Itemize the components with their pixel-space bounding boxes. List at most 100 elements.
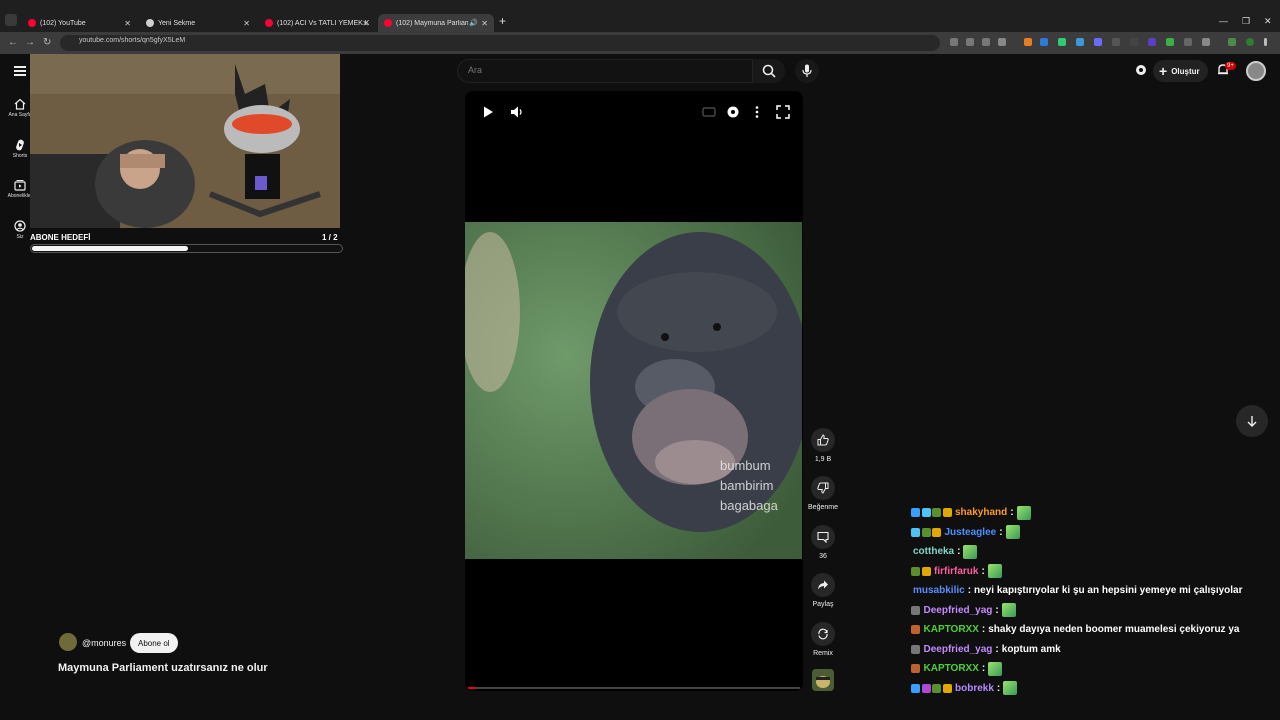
dislike-button[interactable]: Beğenme	[806, 476, 840, 511]
chat-badge-icon	[911, 644, 920, 654]
chat-badge-icon	[911, 625, 920, 635]
minimize-icon[interactable]: —	[1219, 16, 1228, 26]
next-short-button[interactable]	[1236, 405, 1268, 437]
forward-icon[interactable]: →	[25, 37, 35, 48]
chat-badge-icon	[911, 566, 920, 576]
extension-icon[interactable]	[1166, 38, 1174, 46]
chat-username: KAPTORXX	[923, 663, 979, 675]
tab-title: (102) YouTube	[40, 19, 86, 27]
chat-badge-icon	[911, 605, 920, 615]
extension-icon[interactable]	[1148, 38, 1156, 46]
extension-icon[interactable]	[1040, 38, 1048, 46]
reload-icon[interactable]: ↻	[43, 37, 51, 48]
remix-button[interactable]: Remix	[806, 622, 840, 657]
chat-message: KAPTORXX: shaky dayıya neden boomer muame…	[911, 620, 1271, 640]
chat-message: firfirfaruk:	[911, 562, 1271, 582]
close-icon[interactable]: ✕	[243, 19, 250, 28]
play-icon[interactable]	[481, 105, 495, 119]
remix-label: Remix	[813, 650, 833, 657]
more-options-icon[interactable]	[750, 105, 764, 119]
browser-tab-active[interactable]: (102) Maymuna Parliament 🔊 ✕	[378, 14, 494, 32]
webcam-overlay	[30, 54, 340, 228]
browser-tab[interactable]: (102) ACI Vs TATLI YEMEK KAPIŞ ✕	[259, 14, 375, 32]
extension-icon[interactable]	[1184, 38, 1192, 46]
extension-icon[interactable]	[1094, 38, 1102, 46]
close-icon[interactable]: ✕	[124, 19, 131, 28]
chat-separator: :	[967, 585, 972, 597]
video-progress-fill	[468, 687, 475, 689]
chat-username: Deepfried_yag	[923, 643, 993, 655]
account-avatar[interactable]	[1246, 61, 1266, 81]
share-button[interactable]: Paylaş	[806, 573, 840, 608]
tab-search-button[interactable]	[5, 14, 17, 26]
extension-icon[interactable]	[1024, 38, 1032, 46]
chat-username: Justeaglee	[944, 526, 997, 538]
close-window-icon[interactable]: ✕	[1264, 16, 1272, 27]
url-text[interactable]: youtube.com/shorts/qn5gfyX5LeM	[79, 37, 185, 44]
search-input[interactable]	[468, 65, 728, 75]
extension-icon[interactable]	[1076, 38, 1084, 46]
close-icon[interactable]: ✕	[362, 19, 369, 28]
zoom-icon[interactable]	[966, 38, 974, 46]
extensions-puzzle-icon[interactable]	[1202, 38, 1210, 46]
chat-message: KAPTORXX:	[911, 659, 1271, 679]
youtube-favicon-icon	[28, 19, 36, 27]
chat-username: bobrekk	[955, 682, 994, 694]
chat-username: Deepfried_yag	[923, 604, 993, 616]
volume-icon[interactable]	[510, 105, 524, 119]
subscriber-goal-fill	[32, 246, 188, 251]
extension-icon[interactable]	[1058, 38, 1066, 46]
channel-handle[interactable]: @monures	[82, 638, 126, 648]
create-label: Oluştur	[1171, 66, 1200, 76]
menu-icon[interactable]	[14, 66, 26, 78]
eye-off-icon[interactable]	[982, 38, 990, 46]
caption-line: bambirim	[720, 478, 774, 493]
chat-username: cottheka	[913, 546, 955, 558]
extension-icon[interactable]	[1112, 38, 1120, 46]
subscriptions-icon	[14, 180, 26, 191]
channel-avatar[interactable]	[59, 633, 77, 651]
address-bar[interactable]	[60, 35, 940, 51]
captions-icon[interactable]	[702, 105, 716, 119]
chat-separator: :	[981, 565, 985, 577]
chat-message: shakyhand:	[911, 503, 1271, 523]
close-icon[interactable]: ✕	[481, 19, 488, 28]
sidebar-item-label: Shorts	[12, 153, 28, 159]
chat-separator: :	[995, 604, 999, 616]
install-app-icon[interactable]	[950, 38, 958, 46]
browser-tab-strip: (102) YouTube ✕ Yeni Sekme ✕ (102) ACI V…	[0, 0, 1280, 32]
chat-separator: :	[981, 624, 986, 636]
chat-badge-icon	[921, 527, 931, 537]
extension-icon[interactable]	[1228, 38, 1236, 46]
sidebar-item-label: Siz	[16, 234, 24, 240]
settings-gear-icon[interactable]	[1134, 63, 1148, 77]
chat-text: koptum amk	[1001, 643, 1061, 655]
menu-dots-icon[interactable]	[1264, 38, 1267, 46]
restore-icon[interactable]: ❐	[1242, 16, 1250, 27]
chat-emote-icon	[1001, 603, 1016, 618]
chat-message: musabkilic: neyi kapıştırıyolar ki şu an …	[911, 581, 1271, 601]
extension-icon[interactable]	[1130, 38, 1138, 46]
voice-search-button[interactable]	[795, 59, 819, 83]
back-icon[interactable]: ←	[8, 37, 18, 48]
subscribe-button[interactable]: Abone ol	[130, 633, 178, 653]
search-button[interactable]	[753, 59, 785, 83]
browser-tab[interactable]: (102) YouTube ✕	[22, 14, 137, 32]
sound-channel-thumbnail[interactable]	[812, 669, 834, 691]
chat-badge-icon	[921, 683, 931, 693]
profile-icon[interactable]	[1246, 38, 1254, 46]
search-box[interactable]	[457, 59, 753, 83]
chat-separator: :	[1010, 507, 1014, 519]
bookmark-star-icon[interactable]	[998, 38, 1006, 46]
fullscreen-icon[interactable]	[776, 105, 790, 119]
comments-button[interactable]: 36	[806, 525, 840, 560]
like-button[interactable]: 1,9 B	[806, 428, 840, 463]
speaker-icon[interactable]: 🔊	[469, 19, 478, 27]
browser-tab[interactable]: Yeni Sekme ✕	[140, 14, 256, 32]
new-tab-button[interactable]: +	[499, 14, 506, 28]
settings-gear-icon[interactable]	[726, 105, 740, 119]
create-button[interactable]: + Oluştur	[1153, 60, 1208, 82]
chat-separator: :	[981, 663, 986, 675]
video-progress-bar[interactable]	[468, 687, 800, 689]
chat-username: shakyhand	[955, 507, 1008, 519]
